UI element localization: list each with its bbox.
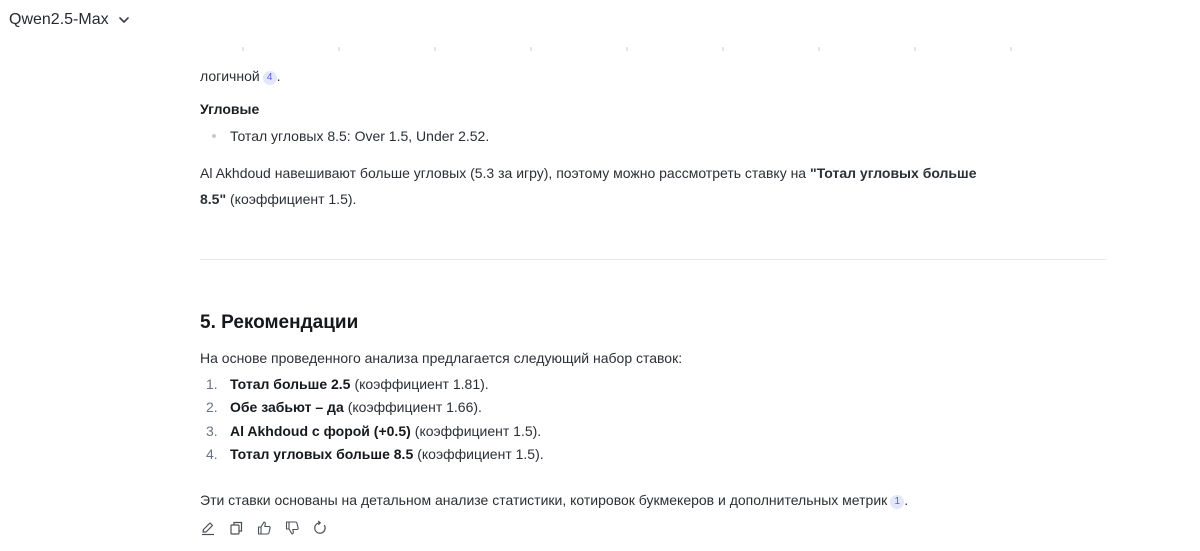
thumbs-down-icon[interactable]	[284, 520, 300, 536]
item-bold: Тотал угловых больше 8.5	[230, 446, 414, 463]
conclusion-paragraph: Эти ставки основаны на детальном анализе…	[200, 487, 908, 513]
carry-text: логичной	[200, 68, 260, 84]
recommendations-list: 1. Тотал больше 2.5 (коэффициент 1.81). …	[200, 372, 544, 466]
list-item: 4. Тотал угловых больше 8.5 (коэффициент…	[200, 443, 544, 467]
conclusion-text: Эти ставки основаны на детальном анализе…	[200, 492, 888, 508]
item-rest: (коэффициент 1.5).	[414, 422, 542, 439]
item-bold: Тотал больше 2.5	[230, 375, 351, 392]
truncated-text-fragment	[200, 47, 1106, 51]
item-number: 2.	[206, 399, 218, 416]
item-number: 4.	[206, 446, 218, 463]
section-divider	[200, 259, 1106, 260]
conclusion-punct: .	[904, 492, 909, 508]
thumbs-up-icon[interactable]	[256, 520, 272, 536]
regenerate-icon[interactable]	[312, 520, 328, 536]
bullet-dot	[212, 134, 216, 138]
paragraph-prefix: Al Akhdoud навешивают больше угловых (5.…	[200, 165, 810, 181]
item-number: 3.	[206, 422, 218, 439]
chevron-down-icon	[117, 13, 131, 27]
recommendations-intro: На основе проведенного анализа предлагае…	[200, 350, 683, 366]
item-bold: Al Akhdoud с форой (+0.5)	[230, 422, 411, 439]
bullet-text: Тотал угловых 8.5: Over 1.5, Under 2.52.	[230, 128, 490, 144]
item-rest: (коэффициент 1.66).	[347, 399, 482, 416]
edit-icon[interactable]	[200, 520, 216, 536]
citation-badge[interactable]: 1	[890, 495, 905, 509]
citation-badge[interactable]: 4	[262, 71, 277, 85]
list-item: 2. Обе забьют – да (коэффициент 1.66).	[200, 396, 544, 420]
model-name: Qwen2.5-Max	[9, 11, 109, 28]
paragraph-suffix: (коэффициент 1.5).	[226, 191, 357, 207]
corners-heading: Угловые	[200, 101, 260, 117]
copy-icon[interactable]	[228, 520, 244, 536]
item-bold: Обе забьют – да	[230, 399, 344, 416]
model-selector[interactable]: Qwen2.5-Max	[9, 9, 131, 31]
section-title: 5. Рекомендации	[200, 312, 359, 333]
corners-paragraph: Al Akhdoud навешивают больше угловых (5.…	[200, 160, 1106, 212]
paragraph-bold-2: 8.5"	[200, 191, 227, 207]
item-rest: (коэффициент 1.5).	[417, 446, 544, 463]
list-item: 3. Al Akhdoud с форой (+0.5) (коэффициен…	[200, 419, 544, 443]
item-number: 1.	[206, 375, 218, 392]
message-actions	[200, 520, 328, 536]
item-rest: (коэффициент 1.81).	[354, 375, 489, 392]
carry-punct: .	[276, 68, 281, 84]
list-item: 1. Тотал больше 2.5 (коэффициент 1.81).	[200, 372, 544, 396]
carry-over-line: логичной 4.	[200, 63, 281, 89]
paragraph-bold-1: "Тотал угловых больше	[809, 165, 977, 181]
list-item: Тотал угловых 8.5: Over 1.5, Under 2.52.	[200, 128, 489, 144]
